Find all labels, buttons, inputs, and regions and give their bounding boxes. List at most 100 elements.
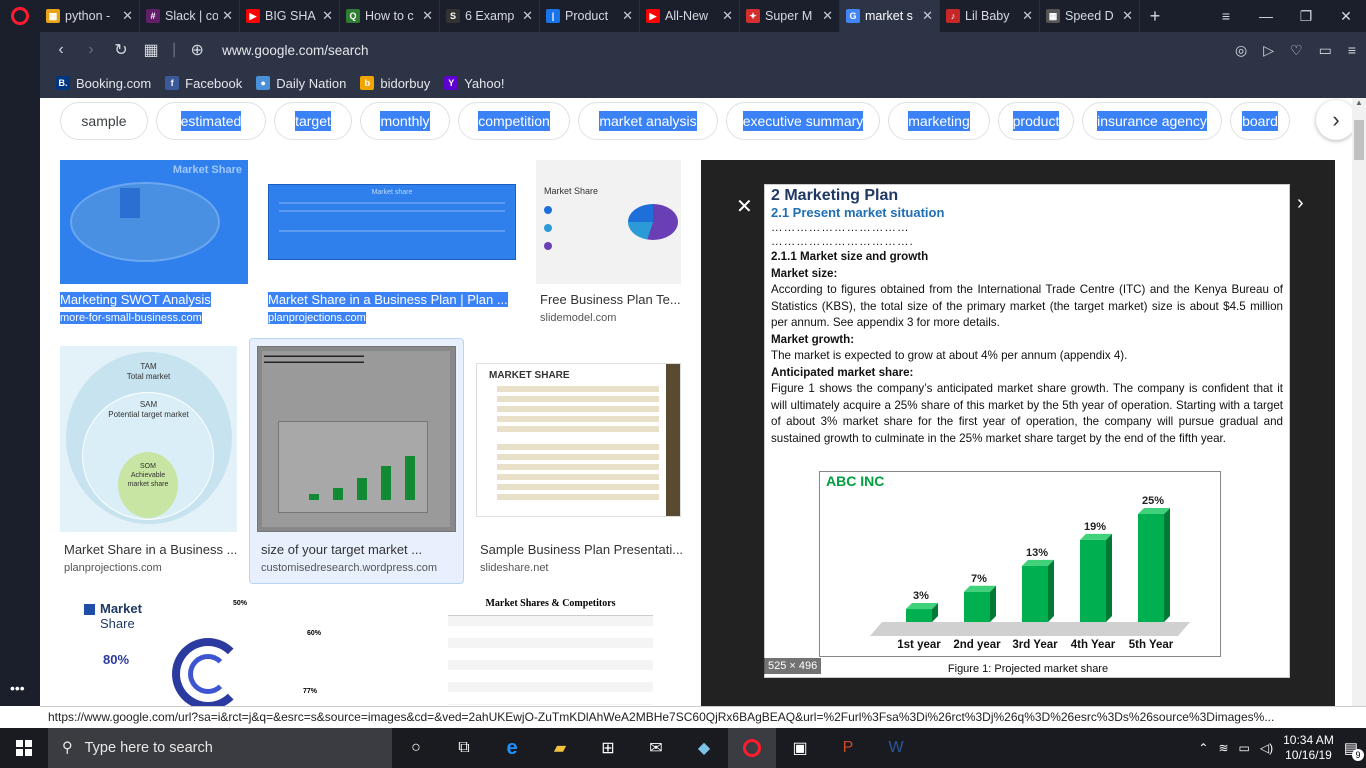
result-thumb-4[interactable]: TAM Total market SAM Potential target mark… [60, 346, 237, 532]
chip-9[interactable]: insurance agency [1082, 102, 1222, 140]
thumb-title: Market [100, 601, 142, 616]
result-title-3[interactable]: Free Business Plan Te... [540, 292, 681, 307]
chip-0[interactable]: sample [60, 102, 148, 140]
bookmarks-bar: B. Booking.com f Facebook ● Daily Nation b bido… [40, 68, 1366, 98]
result-thumb-7[interactable]: Market Share 80% 50% 60% 77% [60, 596, 400, 706]
result-title-4[interactable]: Market Share in a Business ... [64, 542, 237, 557]
send-icon[interactable]: ▷ [1263, 42, 1274, 59]
bar-label-3: 19% [1084, 521, 1106, 533]
tab-bar: ▦ python - ✕ # Slack | co ✕ ▶ BIG SHA ✕ Q How to c… [0, 0, 1366, 32]
tab-close-icon[interactable]: ✕ [922, 8, 933, 24]
battery-icon[interactable]: ▭ [1319, 42, 1332, 59]
result-title-6[interactable]: Sample Business Plan Presentati... [480, 542, 683, 557]
bookmark-4[interactable]: Y Yahoo! [444, 76, 504, 91]
tab-close-icon[interactable]: ✕ [1022, 8, 1033, 24]
cortana-icon[interactable]: ○ [392, 728, 440, 768]
result-thumb-2[interactable]: Market share [268, 160, 516, 284]
chip-10[interactable]: board [1230, 102, 1290, 140]
tab-close-icon[interactable]: ✕ [522, 8, 533, 24]
wifi-icon[interactable]: ≋ [1218, 741, 1228, 755]
tab-menu-icon[interactable]: ≡ [1206, 8, 1246, 24]
chip-2[interactable]: target [274, 102, 352, 140]
tab-close-icon[interactable]: ✕ [1122, 8, 1133, 24]
result-thumb-6[interactable]: MARKET SHARE [476, 363, 681, 517]
battery-tray-icon[interactable]: ▭ [1239, 741, 1250, 755]
close-window-icon[interactable]: ✕ [1326, 8, 1366, 25]
clock[interactable]: 10:34 AM 10/16/19 [1283, 733, 1334, 763]
bookmark-0[interactable]: B. Booking.com [56, 76, 151, 91]
chip-5[interactable]: market analysis [578, 102, 718, 140]
forward-icon[interactable]: › [76, 41, 106, 59]
page-scrollbar[interactable]: ▲ [1352, 98, 1366, 706]
minimize-icon[interactable]: — [1246, 8, 1286, 24]
result-thumb-5[interactable]: ▬▬▬▬▬▬▬▬▬▬▬▬▬▬▬▬▬▬▬▬ ▬▬▬▬▬▬▬▬▬▬▬▬▬▬▬▬▬▬▬▬ [257, 346, 456, 532]
preview-image[interactable]: 2 Marketing Plan 2.1 Present market situ… [764, 184, 1290, 678]
close-icon[interactable]: ✕ [736, 194, 753, 219]
store-icon[interactable]: ⊞ [584, 728, 632, 768]
bookmark-3[interactable]: b bidorbuy [360, 76, 430, 91]
opera-logo-icon[interactable] [0, 0, 40, 32]
tab-1[interactable]: # Slack | co ✕ [140, 0, 240, 32]
tab-close-icon[interactable]: ✕ [222, 8, 233, 24]
chip-8[interactable]: product [998, 102, 1074, 140]
result-title-5[interactable]: size of your target market ... [261, 542, 422, 557]
chip-3[interactable]: monthly [360, 102, 450, 140]
result-thumb-8[interactable]: Market Shares & Competitors [420, 596, 681, 706]
chip-1[interactable]: estimated [156, 102, 266, 140]
next-image-icon[interactable]: › [1297, 192, 1304, 215]
tab-7[interactable]: ✦ Super M ✕ [740, 0, 840, 32]
heart-icon[interactable]: ♡ [1290, 42, 1303, 59]
chip-4[interactable]: competition [458, 102, 570, 140]
bookmark-2[interactable]: ● Daily Nation [256, 76, 346, 91]
taskbar-search[interactable]: ⚲ Type here to search [48, 728, 392, 768]
easy-setup-icon[interactable]: ≡ [1348, 42, 1356, 58]
edge-icon[interactable]: e [488, 728, 536, 768]
tab-10[interactable]: ▦ Speed D ✕ [1040, 0, 1140, 32]
chip-7[interactable]: marketing [888, 102, 990, 140]
tab-8[interactable]: Gmarket s ✕ [840, 0, 940, 32]
camera-icon[interactable]: ◎ [1235, 42, 1247, 59]
url-field[interactable]: www.google.com/search [222, 43, 368, 58]
result-title-2[interactable]: Market Share in a Business Plan | Plan .… [268, 292, 508, 307]
scroll-thumb[interactable] [1354, 120, 1364, 160]
tab-2[interactable]: ▶ BIG SHA ✕ [240, 0, 340, 32]
result-thumb-1[interactable]: Market Share [60, 160, 248, 284]
start-icon[interactable] [0, 728, 48, 768]
back-icon[interactable]: ‹ [46, 41, 76, 59]
new-tab-button[interactable]: + [1140, 6, 1170, 27]
file-explorer-icon[interactable]: ▰ [536, 728, 584, 768]
opera-taskbar-icon[interactable] [728, 728, 776, 768]
restore-icon[interactable]: ❐ [1286, 8, 1326, 25]
result-thumb-3[interactable]: Market Share [536, 160, 681, 284]
reload-icon[interactable]: ↻ [106, 40, 136, 60]
powerpoint-icon[interactable]: P [824, 728, 872, 768]
mail-icon[interactable]: ✉ [632, 728, 680, 768]
tab-close-icon[interactable]: ✕ [822, 8, 833, 24]
tab-close-icon[interactable]: ✕ [722, 8, 733, 24]
tab-close-icon[interactable]: ✕ [322, 8, 333, 24]
bookmark-1[interactable]: f Facebook [165, 76, 242, 91]
tab-5[interactable]: | Product ✕ [540, 0, 640, 32]
tab-close-icon[interactable]: ✕ [622, 8, 633, 24]
terminal-icon[interactable]: ▣ [776, 728, 824, 768]
notification-icon[interactable]: ▤ 9 [1344, 739, 1364, 761]
tab-4[interactable]: S 6 Examp ✕ [440, 0, 540, 32]
scroll-up-icon[interactable]: ▲ [1352, 98, 1366, 107]
tab-9[interactable]: ♪ Lil Baby ✕ [940, 0, 1040, 32]
speed-dial-icon[interactable]: ▦ [136, 40, 166, 60]
chip-6[interactable]: executive summary [726, 102, 880, 140]
sidebar-more-icon[interactable]: ••• [10, 680, 25, 696]
tab-3[interactable]: Q How to c ✕ [340, 0, 440, 32]
result-title-1[interactable]: Marketing SWOT Analysis [60, 292, 211, 307]
task-view-icon[interactable]: ⧉ [440, 728, 488, 768]
tab-6[interactable]: ▶ All-New ✕ [640, 0, 740, 32]
app-icon[interactable]: ◆ [680, 728, 728, 768]
word-icon[interactable]: W [872, 728, 920, 768]
chevron-right-icon[interactable]: › [1316, 100, 1352, 140]
volume-icon[interactable]: ◁) [1260, 741, 1273, 755]
tab-close-icon[interactable]: ✕ [122, 8, 133, 24]
tab-close-icon[interactable]: ✕ [422, 8, 433, 24]
window-controls: ≡ — ❐ ✕ [1206, 0, 1366, 32]
chevron-up-icon[interactable]: ⌃ [1198, 741, 1208, 755]
tab-0[interactable]: ▦ python - ✕ [40, 0, 140, 32]
